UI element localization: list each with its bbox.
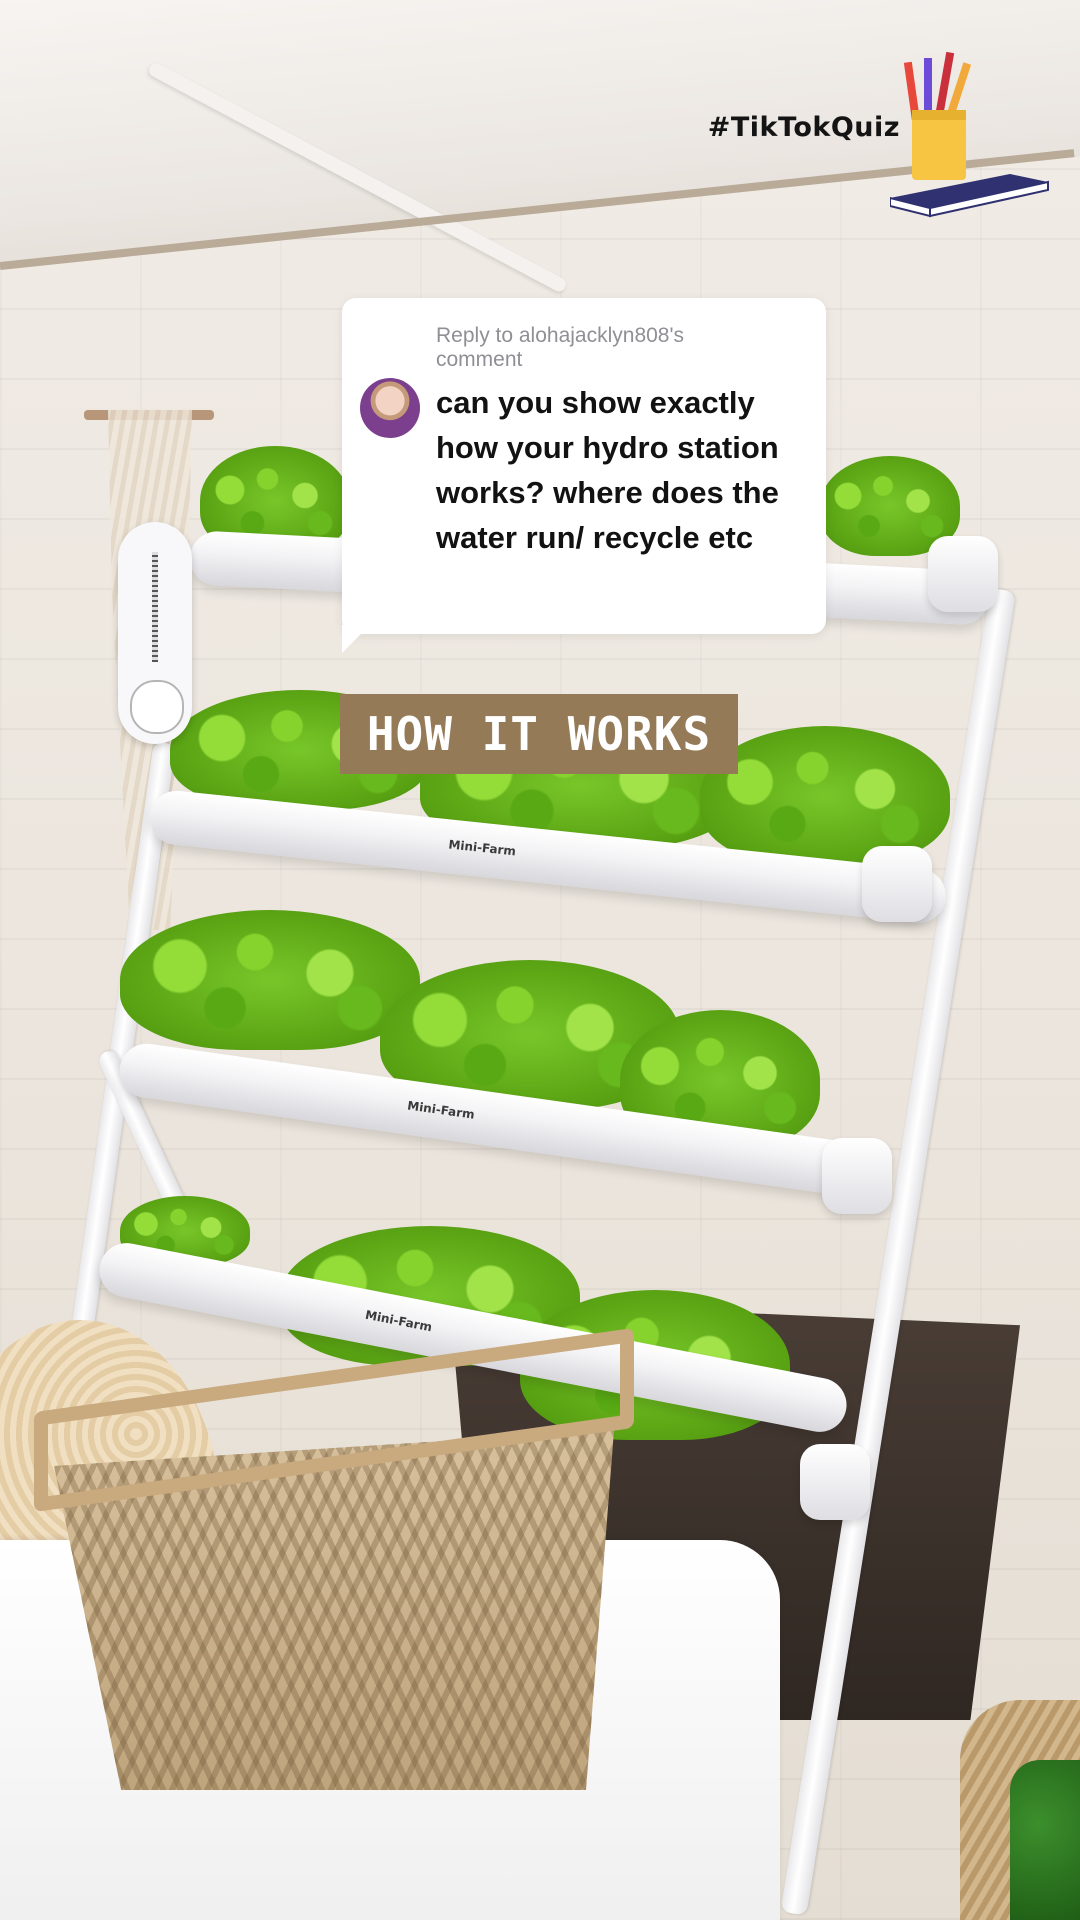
wicker-basket [34, 1327, 634, 1790]
reply-to-label: Reply to alohajacklyn808's comment [436, 324, 684, 371]
comment-bubble-tail [342, 625, 370, 653]
pipe-cap [822, 1138, 892, 1214]
pipe-cap [928, 536, 998, 612]
caption-label-text: HOW IT WORKS [366, 707, 712, 761]
video-frame: Mini-Farm Mini-Farm Mini-Farm [0, 0, 1080, 1920]
hashtag-label[interactable]: #TikTokQuiz [708, 112, 900, 143]
pipe-cap [862, 846, 932, 922]
pipe-brand-label: Mini-Farm [364, 1307, 434, 1335]
thermometer [118, 522, 192, 744]
user-avatar[interactable] [360, 378, 420, 438]
thermometer-scale [152, 552, 158, 662]
pipe-cap [800, 1444, 870, 1520]
caption-label: HOW IT WORKS [340, 694, 738, 774]
pipe-brand-label: Mini-Farm [447, 837, 517, 859]
comment-text: can you show exactly how your hydro stat… [436, 385, 779, 555]
pipe-brand-label: Mini-Farm [406, 1098, 476, 1122]
pencil-cup-book-icon [889, 48, 1060, 228]
lettuce-cluster [120, 910, 420, 1050]
reply-comment-card[interactable]: Reply to alohajacklyn808's comment can y… [342, 298, 826, 634]
hygrometer-dial [130, 680, 184, 734]
corner-plant [1010, 1760, 1080, 1920]
